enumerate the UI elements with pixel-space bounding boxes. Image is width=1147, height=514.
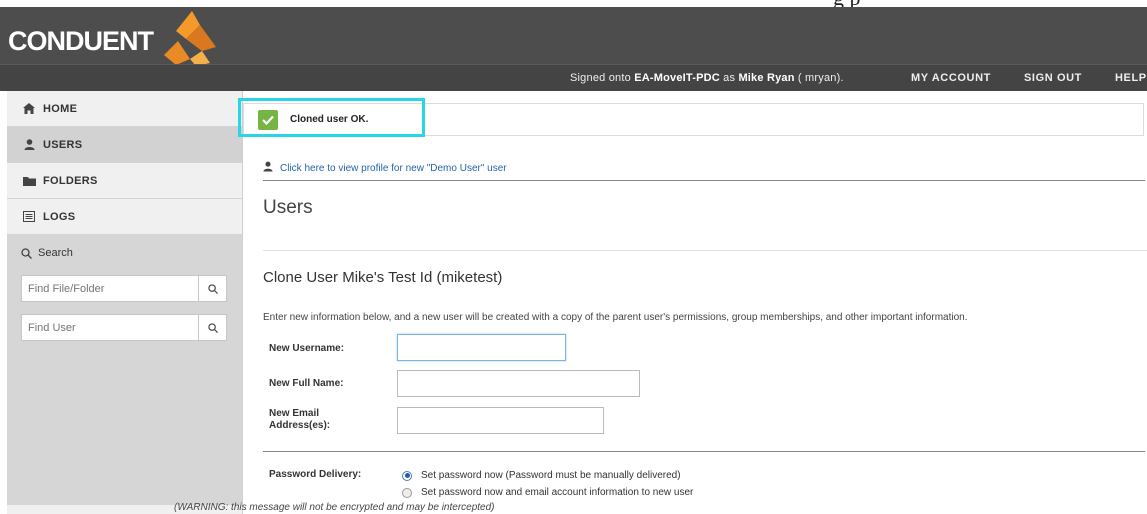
new-username-label: New Username:	[269, 343, 345, 354]
home-icon	[21, 103, 37, 114]
new-email-label: New Email Address(es):	[269, 408, 330, 432]
search-heading-label: Search	[38, 247, 73, 259]
password-option-email-radio[interactable]	[402, 487, 412, 498]
log-icon	[21, 211, 37, 222]
find-file-folder-input[interactable]	[22, 276, 198, 301]
find-file-search-button[interactable]	[198, 276, 226, 301]
search-icon	[207, 322, 218, 333]
new-full-name-input[interactable]	[397, 370, 640, 397]
signed-on-status: Signed onto EA-MoveIT-PDC as Mike Ryan (…	[570, 72, 844, 84]
conduent-logo[interactable]: CONDUENT	[8, 11, 216, 66]
sidebar-item-label: USERS	[43, 138, 83, 151]
new-email-input[interactable]	[397, 407, 604, 434]
signed-prefix: Signed onto	[570, 72, 635, 84]
folder-icon	[21, 176, 37, 186]
find-user-input[interactable]	[22, 315, 198, 340]
password-email-warning: (WARNING: this message will not be encry…	[174, 502, 495, 513]
password-option-manual-label: Set password now (Password must be manua…	[421, 470, 681, 481]
top-strip-text: g p	[833, 0, 861, 7]
my-account-link[interactable]: MY ACCOUNT	[911, 72, 991, 84]
top-strip: g p	[0, 0, 1147, 7]
sidebar-item-home[interactable]: HOME	[7, 91, 242, 127]
divider	[263, 250, 1147, 251]
help-link[interactable]: HELP	[1115, 72, 1147, 84]
new-email-label-line1: New Email	[269, 408, 320, 419]
view-profile-link-text[interactable]: Click here to view profile for new "Demo…	[280, 163, 507, 174]
find-user-box	[21, 314, 227, 341]
search-icon	[21, 247, 32, 259]
sidebar-item-users[interactable]: USERS	[7, 127, 242, 163]
clone-user-title: Clone User Mike's Test Id (miketest)	[263, 269, 503, 286]
main-content: Cloned user OK. Click here to view profi…	[238, 91, 1147, 514]
conduent-logo-mark-icon	[164, 11, 216, 66]
new-email-label-line2: Address(es):	[269, 420, 331, 431]
user-icon	[263, 161, 273, 175]
password-option-manual-radio[interactable]	[402, 470, 412, 481]
sidebar-search-section: Search	[7, 235, 242, 505]
divider	[263, 180, 1145, 181]
password-option-manual[interactable]: Set password now (Password must be manua…	[402, 470, 681, 481]
sidebar-item-label: HOME	[43, 102, 78, 115]
user-icon	[21, 139, 37, 150]
sidebar-item-logs[interactable]: LOGS	[7, 199, 242, 235]
search-heading: Search	[7, 245, 242, 261]
notice-highlight-box	[238, 98, 425, 137]
sidebar: HOME USERS FOLDERS LOGS Search	[7, 91, 243, 514]
sidebar-item-label: FOLDERS	[43, 174, 98, 187]
sidebar-item-folders[interactable]: FOLDERS	[7, 163, 242, 199]
brand-bar: CONDUENT	[0, 7, 1147, 66]
view-profile-link[interactable]: Click here to view profile for new "Demo…	[263, 161, 507, 175]
find-user-search-button[interactable]	[198, 315, 226, 340]
sidebar-item-label: LOGS	[43, 210, 76, 223]
password-option-email-label: Set password now and email account infor…	[421, 487, 694, 498]
password-option-email[interactable]: Set password now and email account infor…	[402, 487, 693, 498]
find-file-folder-box	[21, 275, 227, 302]
site-name: EA-MoveIT-PDC	[634, 72, 720, 84]
password-delivery-label: Password Delivery:	[269, 469, 362, 480]
user-id: ( mryan).	[794, 72, 844, 84]
clone-instructions: Enter new information below, and a new u…	[263, 312, 968, 323]
new-username-input[interactable]	[397, 334, 566, 361]
as-text: as	[719, 72, 739, 84]
logo-text: CONDUENT	[8, 25, 154, 56]
user-name: Mike Ryan	[738, 72, 795, 84]
top-nav-bar: Signed onto EA-MoveIT-PDC as Mike Ryan (…	[0, 64, 1147, 91]
page-title: Users	[263, 197, 313, 218]
search-icon	[207, 283, 218, 294]
divider	[263, 451, 1145, 452]
new-full-name-label: New Full Name:	[269, 378, 344, 389]
sign-out-link[interactable]: SIGN OUT	[1024, 72, 1082, 84]
